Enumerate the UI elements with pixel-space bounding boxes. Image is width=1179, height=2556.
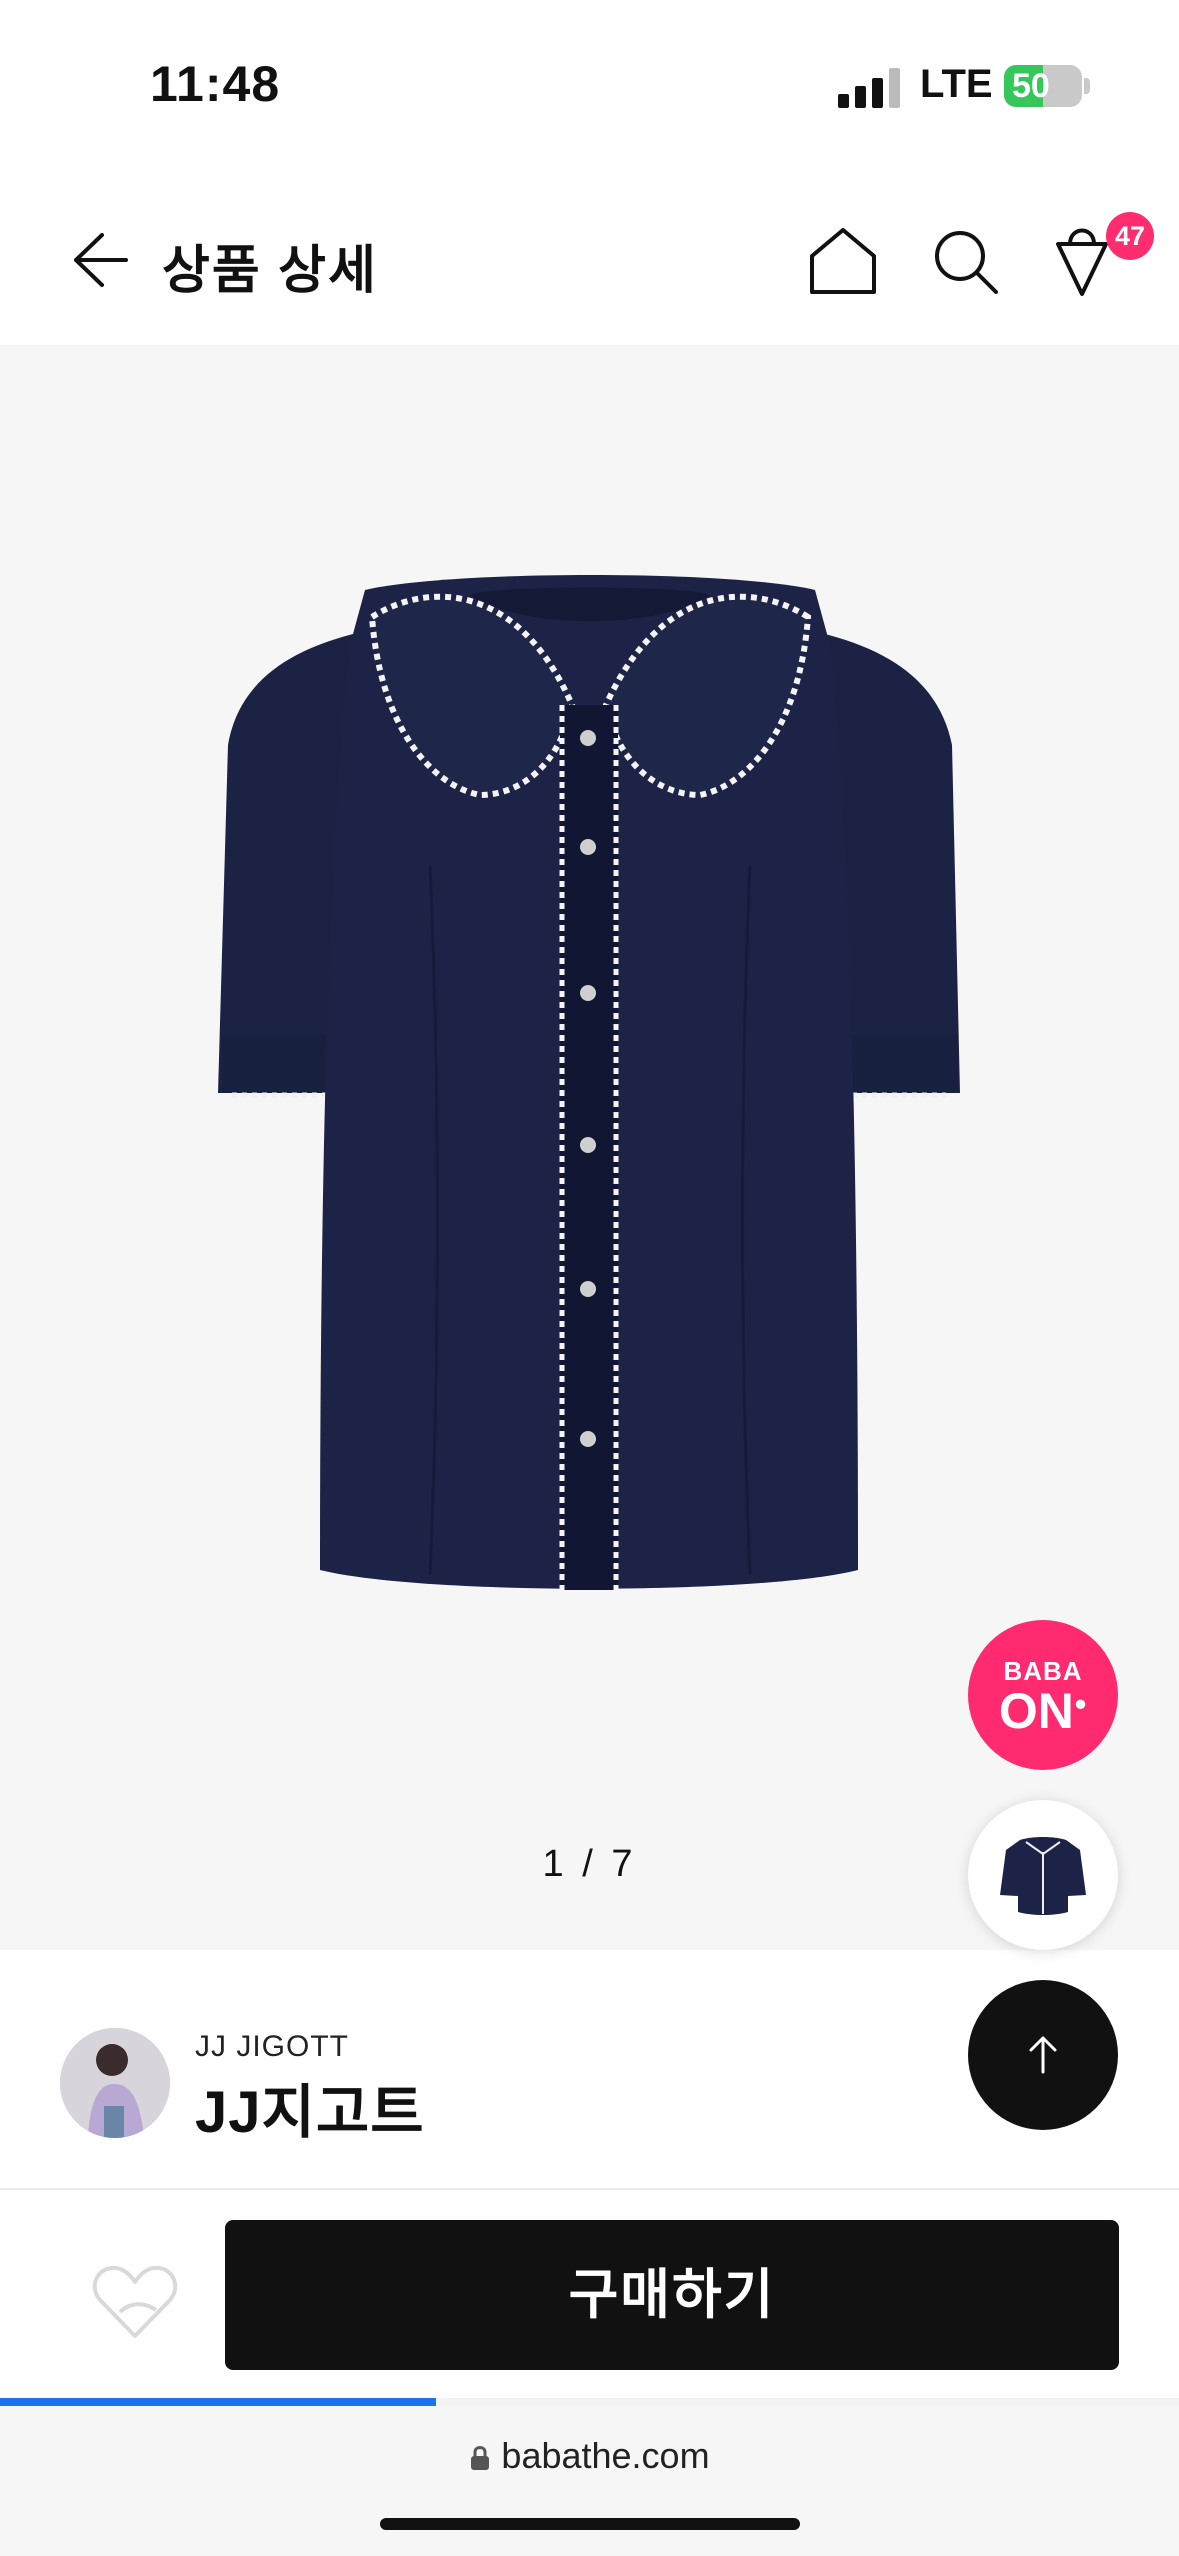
product-thumbnail-button[interactable] bbox=[968, 1800, 1118, 1950]
brand-avatar[interactable] bbox=[60, 2028, 170, 2138]
status-time: 11:48 bbox=[150, 56, 281, 112]
section-divider bbox=[0, 2188, 1179, 2190]
browser-url-bar[interactable] bbox=[0, 2406, 1179, 2556]
url-display[interactable]: babathe.com bbox=[0, 2435, 1179, 2477]
network-type: LTE bbox=[920, 62, 993, 106]
brand-avatar-image bbox=[60, 2028, 170, 2138]
lock-icon bbox=[471, 2446, 490, 2471]
back-button[interactable] bbox=[62, 225, 132, 295]
scroll-top-button[interactable] bbox=[968, 1980, 1118, 2130]
home-icon bbox=[810, 228, 876, 294]
baba-on-button[interactable]: BABA ON● bbox=[968, 1620, 1118, 1770]
battery-icon: 50 bbox=[1004, 65, 1082, 107]
baba-on-label-bottom: ON● bbox=[998, 1683, 1088, 1739]
product-thumbnail-image bbox=[1000, 1837, 1086, 1915]
battery-percent: 50 bbox=[1012, 67, 1050, 105]
home-indicator[interactable] bbox=[380, 2518, 800, 2530]
brand-name-en[interactable]: JJ JIGOTT bbox=[195, 2030, 349, 2064]
cart-count-badge: 47 bbox=[1106, 212, 1154, 260]
url-text: babathe.com bbox=[501, 2435, 710, 2476]
home-button[interactable] bbox=[806, 224, 880, 298]
wishlist-button[interactable] bbox=[90, 2262, 180, 2342]
back-arrow-icon bbox=[74, 233, 128, 287]
heart-icon bbox=[92, 2265, 178, 2338]
page-title: 상품 상세 bbox=[162, 242, 378, 300]
page-load-progress bbox=[0, 2398, 437, 2406]
arrow-up-icon bbox=[1029, 2036, 1057, 2074]
cellular-signal-icon bbox=[838, 68, 900, 108]
search-button[interactable] bbox=[928, 224, 1002, 298]
search-icon bbox=[935, 231, 998, 294]
brand-name-ko[interactable]: JJ지고트 bbox=[195, 2065, 425, 2149]
buy-button[interactable]: 구매하기 bbox=[225, 2220, 1119, 2370]
battery-cap bbox=[1084, 78, 1090, 94]
